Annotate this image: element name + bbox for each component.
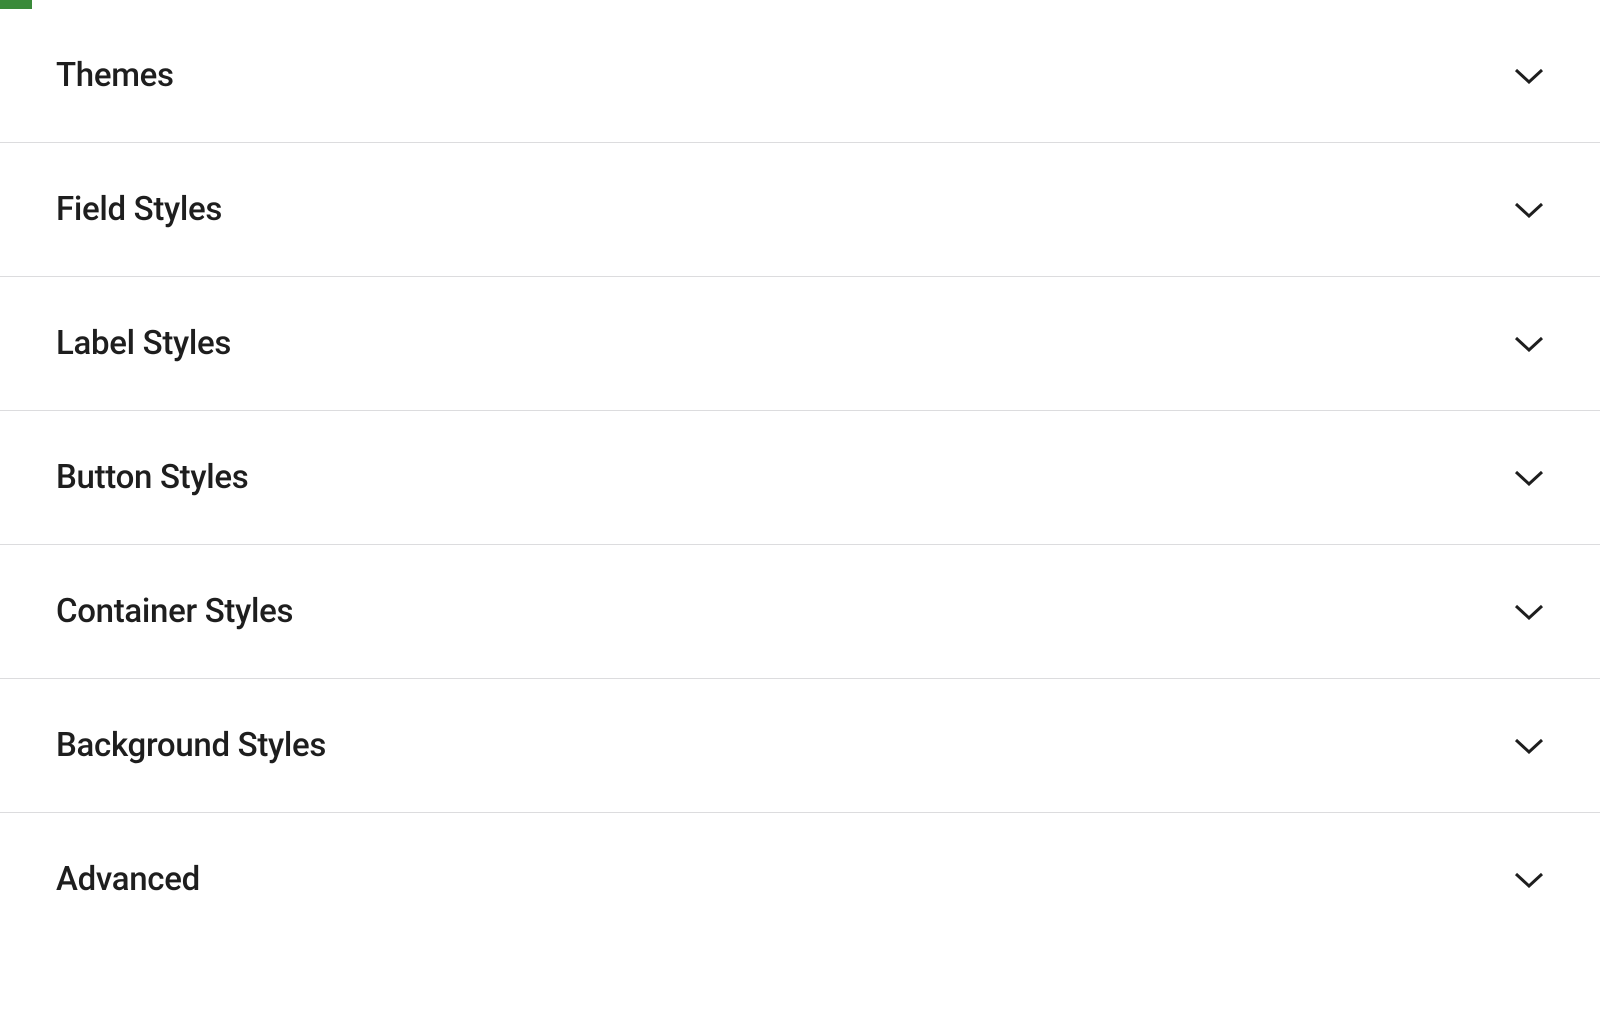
accordion-label: Advanced [56, 860, 200, 899]
accordion-label: Button Styles [56, 458, 248, 497]
chevron-down-icon [1514, 865, 1544, 895]
accordion-section-background-styles[interactable]: Background Styles [0, 679, 1600, 813]
accordion-section-label-styles[interactable]: Label Styles [0, 277, 1600, 411]
chevron-down-icon [1514, 195, 1544, 225]
chevron-down-icon [1514, 463, 1544, 493]
accordion-label: Container Styles [56, 592, 293, 631]
accordion-section-field-styles[interactable]: Field Styles [0, 143, 1600, 277]
accordion-label: Background Styles [56, 726, 326, 765]
accordion-container: Themes Field Styles Label Styles Button … [0, 9, 1600, 946]
accordion-label: Label Styles [56, 324, 231, 363]
chevron-down-icon [1514, 61, 1544, 91]
accordion-section-button-styles[interactable]: Button Styles [0, 411, 1600, 545]
chevron-down-icon [1514, 731, 1544, 761]
top-marker [0, 0, 32, 9]
accordion-section-advanced[interactable]: Advanced [0, 813, 1600, 946]
accordion-section-themes[interactable]: Themes [0, 9, 1600, 143]
chevron-down-icon [1514, 597, 1544, 627]
chevron-down-icon [1514, 329, 1544, 359]
accordion-label: Field Styles [56, 190, 222, 229]
accordion-label: Themes [56, 56, 174, 95]
accordion-section-container-styles[interactable]: Container Styles [0, 545, 1600, 679]
